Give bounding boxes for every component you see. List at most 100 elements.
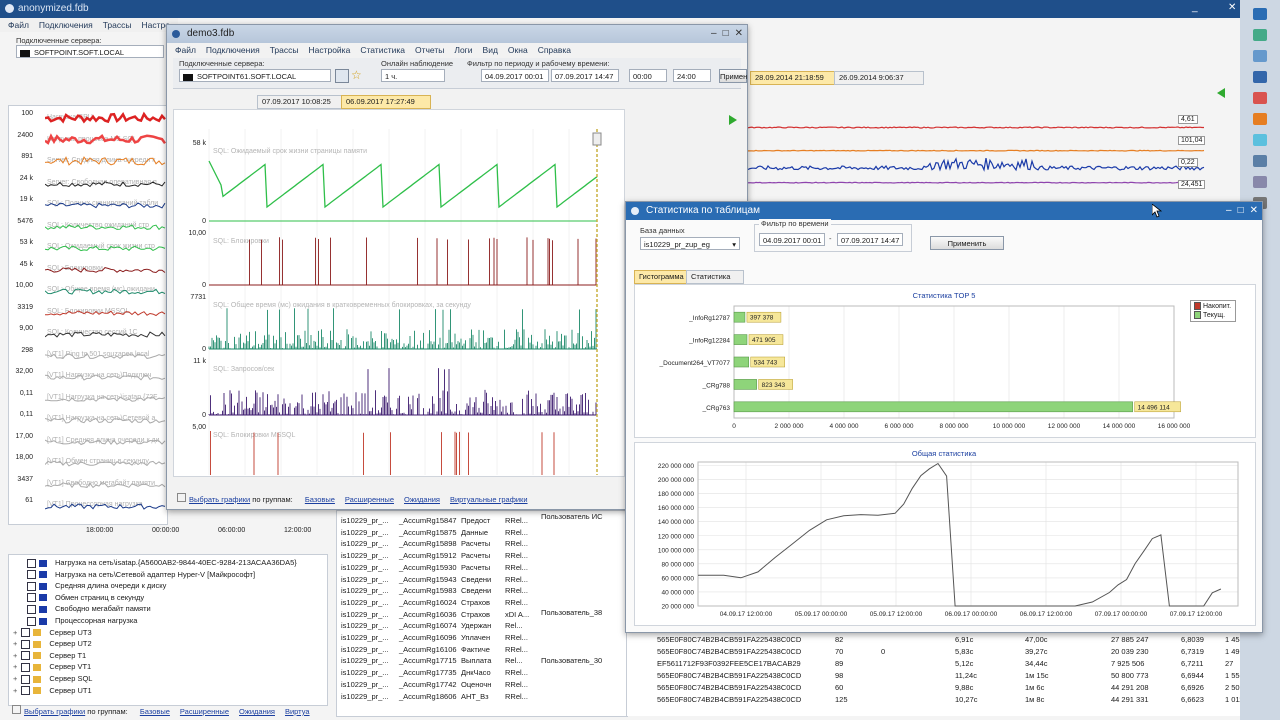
period-apply-button[interactable]: Примен — [719, 69, 747, 83]
stats-minimize-icon[interactable]: – — [1226, 202, 1232, 220]
tree-checkbox[interactable] — [27, 604, 36, 614]
group-tab-1[interactable]: Расширенные — [345, 495, 394, 504]
menu-item-demo_window-2[interactable]: Трассы — [270, 43, 299, 57]
tab-1[interactable]: Статистика — [686, 270, 744, 284]
menu-item-demo_window-3[interactable]: Настройка — [308, 43, 350, 57]
tree-item-3[interactable]: Обмен страниц в секунду — [27, 592, 144, 604]
tree-item-0[interactable]: Нагрузка на сеть\isatap.{A5600AB2-9844-4… — [27, 557, 297, 569]
tree-expand-icon[interactable]: + — [13, 651, 17, 660]
group-tab-2[interactable]: Ожидания — [239, 707, 275, 716]
tree-checkbox[interactable] — [27, 558, 36, 568]
stats-maximize-icon[interactable]: □ — [1238, 202, 1244, 220]
detail-cell-3: 5,83с — [955, 647, 974, 656]
menu-item-demo_window-4[interactable]: Статистика — [360, 43, 405, 57]
demo-server-select[interactable]: SOFTPOINT61.SOFT.LOCAL — [179, 69, 331, 82]
tree-item-9[interactable]: + Сервер VT1 — [13, 661, 91, 673]
menu-item-demo_window-8[interactable]: Окна — [508, 43, 528, 57]
period-time-from[interactable]: 00:00 — [629, 69, 667, 82]
stats-date-to[interactable]: 07.09.2017 14:47 — [837, 233, 903, 246]
top5-value-label-3: 823 343 — [762, 382, 786, 389]
stats-apply-button[interactable]: Применить — [930, 236, 1004, 250]
favorite-star-icon[interactable]: ☆ — [351, 68, 362, 82]
tree-expand-icon[interactable]: + — [13, 674, 17, 683]
tree-checkbox[interactable] — [21, 639, 31, 649]
menu-item-demo_window-0[interactable]: Файл — [175, 43, 196, 57]
demo-maximize-icon[interactable]: □ — [723, 25, 729, 43]
menu-item-bg_window-0[interactable]: Файл — [8, 18, 29, 32]
demo-minimize-icon[interactable]: – — [711, 25, 717, 43]
demo-close-icon[interactable]: ✕ — [735, 25, 743, 43]
menu-item-bg_window-2[interactable]: Трассы — [103, 18, 132, 32]
group-tab-1[interactable]: Расширенные — [180, 707, 229, 716]
tree-item-4[interactable]: Свободно мегабайт памяти — [27, 603, 151, 615]
tree-checkbox[interactable] — [21, 662, 31, 672]
menu-item-demo_window-5[interactable]: Отчеты — [415, 43, 444, 57]
folder-icon — [33, 687, 42, 695]
demo-scroll-arrow-icon[interactable] — [729, 115, 737, 125]
stats-close-icon[interactable]: ✕ — [1250, 202, 1258, 220]
tree-expand-icon[interactable]: + — [13, 686, 17, 695]
tree-checkbox[interactable] — [21, 628, 31, 638]
tree-expand-icon[interactable]: + — [13, 662, 17, 671]
connect-icon[interactable] — [335, 69, 349, 83]
taskbar-app-icon-4[interactable] — [1253, 92, 1267, 104]
detail-cell-5: 20 039 230 — [1111, 647, 1149, 656]
tree-item-2[interactable]: Средняя длина очереди к диску — [27, 580, 166, 592]
close-icon[interactable]: ✕ — [1228, 2, 1236, 13]
taskbar-app-icon-1[interactable] — [1253, 29, 1267, 41]
tree-checkbox[interactable] — [27, 581, 36, 591]
server-select[interactable]: SOFTPOINT.SOFT.LOCAL — [16, 45, 164, 58]
menu-item-demo_window-6[interactable]: Логи — [454, 43, 472, 57]
tab-0[interactable]: Гистограмма — [634, 270, 692, 284]
select-charts-link[interactable]: Выбрать графики — [189, 495, 250, 504]
tree-item-6[interactable]: + Сервер UT3 — [13, 627, 92, 639]
taskbar-app-icon-5[interactable] — [1253, 113, 1267, 125]
menu-item-demo_window-9[interactable]: Справка — [538, 43, 571, 57]
stats-date-from[interactable]: 04.09.2017 00:01 — [759, 233, 825, 246]
group-tab-3[interactable]: Виртуальные графики — [450, 495, 528, 504]
bg-select-charts-link[interactable]: Выбрать графики — [24, 707, 85, 716]
minimize-icon[interactable]: _ — [1192, 2, 1198, 13]
taskbar-app-icon-8[interactable] — [1253, 176, 1267, 188]
period-time-to[interactable]: 24:00 — [673, 69, 711, 82]
tree-item-5[interactable]: Процессорная нагрузка — [27, 615, 137, 627]
group-tab-2[interactable]: Ожидания — [404, 495, 440, 504]
scroll-arrow-icon[interactable] — [1217, 88, 1225, 98]
stats-window-title: Статистика по таблицам — [646, 205, 760, 216]
tab-1[interactable]: 06.09.2017 17:27:49 — [341, 95, 431, 109]
tab-0[interactable]: 28.09.2014 21:18:59 — [750, 71, 840, 85]
tree-checkbox[interactable] — [27, 616, 36, 626]
left-sparkline-11 — [45, 352, 166, 360]
tree-checkbox[interactable] — [21, 674, 31, 684]
taskbar-app-icon-2[interactable] — [1253, 50, 1267, 62]
tree-checkbox[interactable] — [21, 651, 31, 661]
taskbar-app-icon-7[interactable] — [1253, 155, 1267, 167]
tab-0[interactable]: 07.09.2017 10:08:25 — [257, 95, 347, 109]
group-tab-0[interactable]: Базовые — [305, 495, 335, 504]
menu-item-demo_window-1[interactable]: Подключения — [206, 43, 260, 57]
online-select[interactable]: 1 ч. — [381, 69, 445, 82]
tree-item-8[interactable]: + Сервер T1 — [13, 650, 86, 662]
taskbar-app-icon-3[interactable] — [1253, 71, 1267, 83]
tree-checkbox[interactable] — [27, 570, 36, 580]
tree-item-1[interactable]: Нагрузка на сеть\Сетевой адаптер Hyper-V… — [27, 569, 255, 581]
taskbar-app-icon-6[interactable] — [1253, 134, 1267, 146]
period-date-to[interactable]: 07.09.2017 14:47 — [551, 69, 619, 82]
group-tab-3[interactable]: Виртуа — [285, 707, 310, 716]
tab-1[interactable]: 26.09.2014 9:06:37 — [834, 71, 924, 85]
period-date-from[interactable]: 04.09.2017 00:01 — [481, 69, 549, 82]
tree-item-7[interactable]: + Сервер UT2 — [13, 638, 92, 650]
tree-item-11[interactable]: + Сервер UT1 — [13, 685, 92, 697]
tree-checkbox[interactable] — [27, 593, 36, 603]
menu-item-demo_window-7[interactable]: Вид — [483, 43, 498, 57]
tree-checkbox[interactable] — [21, 686, 31, 696]
tree-expand-icon[interactable]: + — [13, 628, 17, 637]
tree-expand-icon[interactable]: + — [13, 639, 17, 648]
tree-item-10[interactable]: + Сервер SQL — [13, 673, 92, 685]
left-sparkline-9 — [45, 310, 166, 317]
db-select[interactable]: is10229_pr_zup_eg ▾ — [640, 237, 740, 250]
taskbar-app-icon-0[interactable] — [1253, 8, 1267, 20]
right-value-1: 101,04 — [1178, 136, 1206, 145]
menu-item-bg_window-1[interactable]: Подключения — [39, 18, 93, 32]
group-tab-0[interactable]: Базовые — [140, 707, 170, 716]
